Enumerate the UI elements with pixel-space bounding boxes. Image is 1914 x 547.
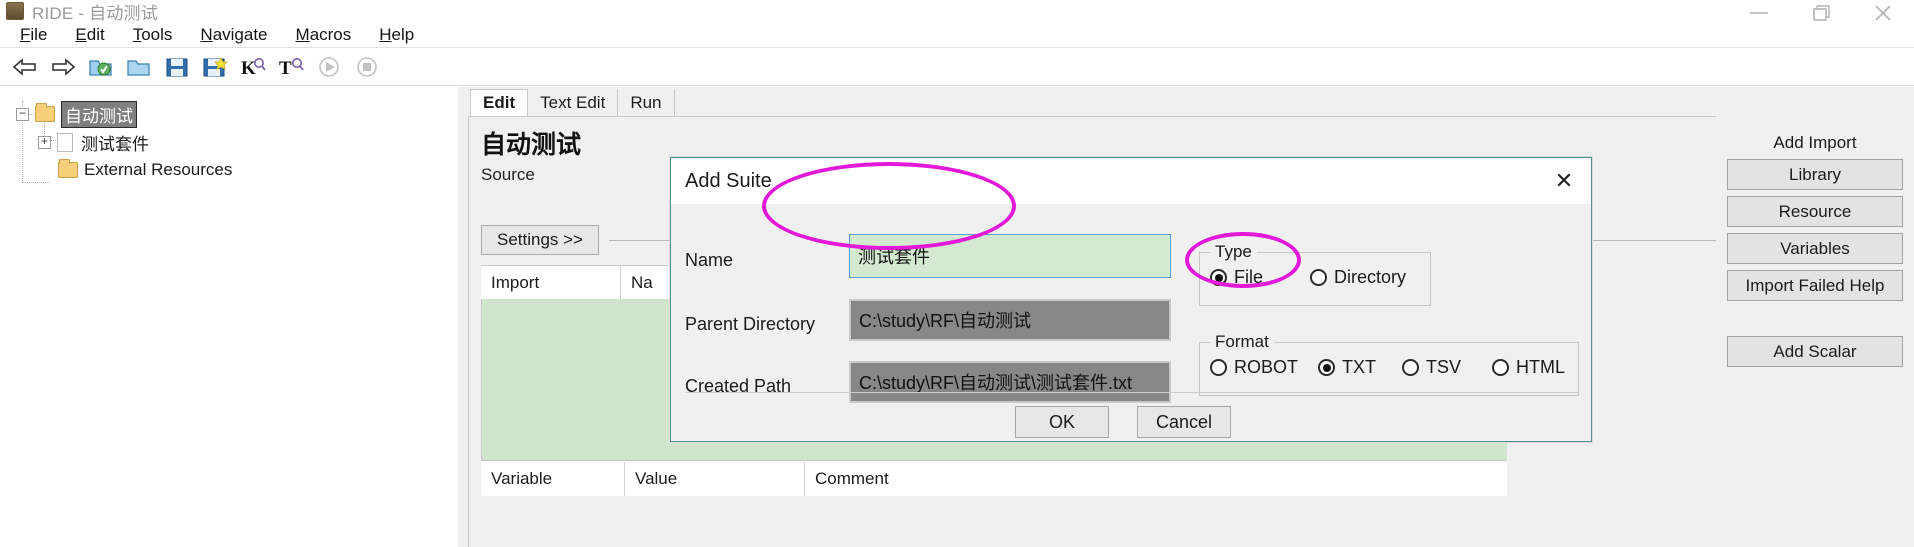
import-col-import: Import — [481, 265, 621, 300]
library-button[interactable]: Library — [1727, 159, 1903, 190]
title-bar: RIDE - 自动测试 — [0, 0, 1914, 23]
ok-button[interactable]: OK — [1015, 406, 1109, 438]
type-group-legend: Type — [1210, 242, 1257, 262]
page-title: 自动测试 — [481, 131, 582, 159]
radio-format-txt[interactable]: TXT — [1318, 357, 1376, 378]
project-tree[interactable]: − 自动测试 + 测试套件 External Resources — [0, 87, 456, 547]
save-all-icon[interactable] — [198, 52, 232, 82]
radio-format-robot[interactable]: ROBOT — [1210, 357, 1298, 378]
import-failed-help-button[interactable]: Import Failed Help — [1727, 270, 1903, 301]
radio-dot-icon — [1310, 269, 1327, 286]
forward-arrow-icon[interactable] — [46, 52, 80, 82]
search-test-icon[interactable]: T — [274, 52, 308, 82]
folder-icon — [35, 103, 55, 122]
menu-edit[interactable]: Edit — [61, 23, 118, 47]
radio-format-tsv[interactable]: TSV — [1402, 357, 1461, 378]
tab-run[interactable]: Run — [618, 89, 675, 117]
dialog-title: Add Suite — [685, 169, 772, 192]
tree-expander-collapse[interactable]: − — [16, 107, 29, 121]
created-path-label: Created Path — [685, 376, 792, 396]
created-path-field: C:\study\RF\自动测试\测试套件.txt — [849, 361, 1171, 403]
radio-dot-icon — [1492, 359, 1509, 376]
radio-format-robot-label: ROBOT — [1234, 357, 1299, 377]
tab-edit[interactable]: Edit — [470, 89, 529, 117]
svg-text:K: K — [241, 58, 256, 78]
run-icon — [312, 52, 346, 82]
menu-navigate[interactable]: Navigate — [186, 23, 281, 47]
parent-directory-label: Parent Directory — [685, 314, 816, 334]
menu-file[interactable]: File — [6, 23, 61, 47]
tab-text-edit[interactable]: Text Edit — [528, 89, 619, 117]
menu-bar: File Edit Tools Navigate Macros Help — [0, 22, 1914, 48]
variable-table-header: Variable Value Comment — [481, 460, 1507, 496]
name-label: Name — [685, 250, 734, 270]
radio-dot-selected-icon — [1318, 359, 1335, 376]
radio-format-txt-label: TXT — [1342, 357, 1376, 377]
resource-button[interactable]: Resource — [1727, 196, 1903, 227]
radio-dot-icon — [1210, 359, 1227, 376]
source-label: Source — [481, 165, 535, 184]
variable-col-value: Value — [625, 461, 805, 496]
dialog-close-icon[interactable]: ✕ — [1551, 168, 1577, 194]
variable-col-variable: Variable — [481, 461, 625, 496]
save-icon[interactable] — [160, 52, 194, 82]
right-side-panel: Add Import Library Resource Variables Im… — [1716, 87, 1914, 547]
format-group: Format ROBOT TXT TSV HTML — [1199, 332, 1579, 396]
add-import-title: Add Import — [1773, 133, 1857, 152]
radio-format-html[interactable]: HTML — [1492, 357, 1565, 378]
radio-format-html-label: HTML — [1516, 357, 1565, 377]
stop-icon — [350, 52, 384, 82]
add-suite-dialog: Add Suite ✕ Name 测试套件 Parent Directory C… — [670, 157, 1592, 442]
menu-macros[interactable]: Macros — [282, 23, 366, 47]
tree-node-suite-label: 测试套件 — [81, 134, 149, 154]
tree-node-external-resources[interactable]: External Resources — [0, 157, 456, 183]
tree-node-root[interactable]: − 自动测试 — [0, 100, 456, 128]
tree-node-external-label: External Resources — [84, 160, 233, 179]
type-group: Type File Directory — [1199, 242, 1431, 306]
file-icon — [57, 132, 73, 152]
tree-node-root-label: 自动测试 — [61, 100, 137, 128]
search-keyword-icon[interactable]: K — [236, 52, 270, 82]
open-project-icon[interactable] — [84, 52, 118, 82]
radio-dot-selected-icon — [1210, 269, 1227, 286]
radio-type-file-label: File — [1234, 267, 1264, 287]
menu-tools[interactable]: Tools — [119, 23, 187, 47]
window-title: RIDE - 自动测试 — [32, 3, 158, 23]
resource-folder-icon — [58, 159, 78, 178]
radio-type-file[interactable]: File — [1210, 267, 1263, 288]
tree-expander-expand[interactable]: + — [38, 135, 51, 149]
menu-help[interactable]: Help — [365, 23, 428, 47]
add-scalar-button[interactable]: Add Scalar — [1727, 336, 1903, 367]
open-folder-icon[interactable] — [122, 52, 156, 82]
radio-format-tsv-label: TSV — [1426, 357, 1462, 377]
cancel-button[interactable]: Cancel — [1137, 406, 1231, 438]
parent-directory-field: C:\study\RF\自动测试 — [849, 299, 1171, 341]
svg-text:T: T — [279, 58, 292, 78]
radio-dot-icon — [1402, 359, 1419, 376]
toolbar: K T — [0, 48, 1914, 86]
radio-type-directory[interactable]: Directory — [1310, 267, 1406, 288]
dialog-body: Name 测试套件 Parent Directory C:\study\RF\自… — [671, 204, 1591, 441]
editor-tabstrip: Edit Text Edit Run — [458, 87, 1914, 117]
tree-node-suite[interactable]: + 测试套件 — [0, 129, 456, 155]
dialog-divider — [685, 392, 1579, 393]
format-group-legend: Format — [1210, 332, 1274, 352]
app-logo-icon — [6, 2, 24, 20]
name-input[interactable]: 测试套件 — [849, 234, 1171, 278]
variables-button[interactable]: Variables — [1727, 233, 1903, 264]
back-arrow-icon[interactable] — [8, 52, 42, 82]
variable-col-comment: Comment — [815, 468, 889, 488]
settings-toggle-button[interactable]: Settings >> — [481, 225, 599, 255]
dialog-header: Add Suite ✕ — [671, 158, 1591, 204]
radio-type-directory-label: Directory — [1334, 267, 1407, 287]
